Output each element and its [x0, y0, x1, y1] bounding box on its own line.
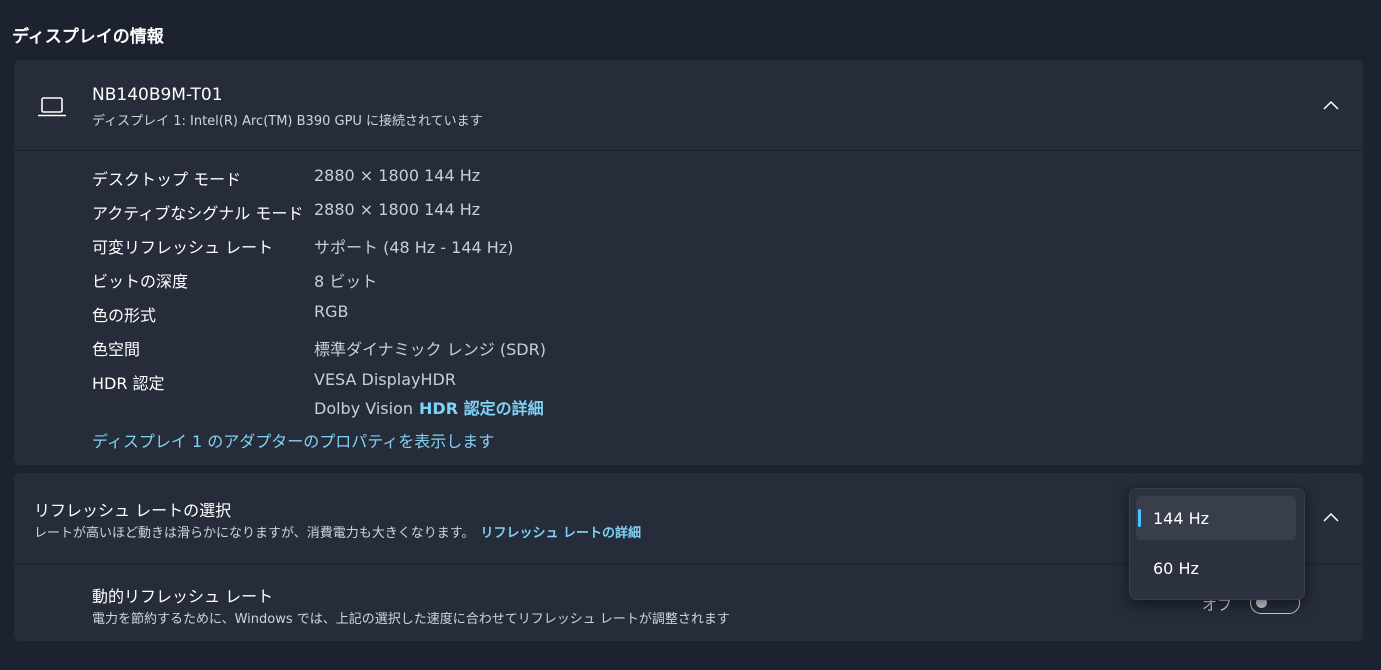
- display-connection-info: ディスプレイ 1: Intel(R) Arc(TM) B390 GPU に接続さ…: [92, 114, 483, 129]
- dynamic-refresh-title: 動的リフレッシュ レート: [92, 587, 274, 606]
- display-name: NB140B9M-T01: [92, 85, 223, 105]
- section-title: ディスプレイの情報: [12, 27, 164, 47]
- info-value: VESA DisplayHDR: [314, 370, 456, 389]
- selection-indicator: [1138, 509, 1141, 527]
- adapter-properties-link[interactable]: ディスプレイ 1 のアダプターのプロパティを表示します: [92, 428, 494, 452]
- refresh-option-144[interactable]: 144 Hz: [1136, 496, 1296, 540]
- info-value: RGB: [314, 302, 349, 321]
- info-label: 可変リフレッシュ レート: [92, 238, 274, 257]
- info-value: サポート (48 Hz - 144 Hz): [314, 238, 514, 257]
- info-value: 2880 × 1800 144 Hz: [314, 166, 481, 185]
- refresh-rate-title: リフレッシュ レートの選択: [34, 501, 232, 520]
- hdr-cert-details-link[interactable]: HDR 認定の詳細: [419, 399, 544, 418]
- laptop-icon: [38, 97, 66, 117]
- info-value: 標準ダイナミック レンジ (SDR): [314, 340, 546, 359]
- display-header[interactable]: NB140B9M-T01 ディスプレイ 1: Intel(R) Arc(TM) …: [14, 60, 1363, 151]
- info-value-2: Dolby Vision HDR 認定の詳細: [314, 395, 544, 419]
- dynamic-refresh-description: 電力を節約するために、Windows では、上記の選択した速度に合わせてリフレッ…: [92, 612, 730, 627]
- info-value: 2880 × 1800 144 Hz: [314, 200, 481, 219]
- refresh-rate-description-text: レートが高いほど動きは滑らかになりますが、消費電力も大きくなります。: [34, 526, 475, 541]
- chevron-up-icon[interactable]: [1323, 100, 1339, 110]
- info-value-dolby: Dolby Vision: [314, 399, 414, 418]
- refresh-rate-details-link[interactable]: リフレッシュ レートの詳細: [480, 526, 641, 541]
- info-label: 色の形式: [92, 306, 157, 325]
- info-label: 色空間: [92, 340, 141, 359]
- info-value: 8 ビット: [314, 272, 378, 291]
- info-label: ビットの深度: [92, 272, 189, 291]
- refresh-option-60[interactable]: 60 Hz: [1136, 546, 1296, 590]
- display-info-card: NB140B9M-T01 ディスプレイ 1: Intel(R) Arc(TM) …: [14, 60, 1363, 465]
- info-label: アクティブなシグナル モード: [92, 204, 304, 223]
- info-label: デスクトップ モード: [92, 170, 242, 189]
- chevron-up-icon[interactable]: [1323, 512, 1339, 522]
- refresh-rate-description: レートが高いほど動きは滑らかになりますが、消費電力も大きくなります。 リフレッシュ…: [34, 522, 641, 541]
- info-label: HDR 認定: [92, 374, 165, 393]
- refresh-rate-dropdown[interactable]: 144 Hz 60 Hz: [1129, 488, 1305, 600]
- refresh-option-label: 144 Hz: [1153, 509, 1210, 528]
- refresh-option-label: 60 Hz: [1153, 559, 1199, 578]
